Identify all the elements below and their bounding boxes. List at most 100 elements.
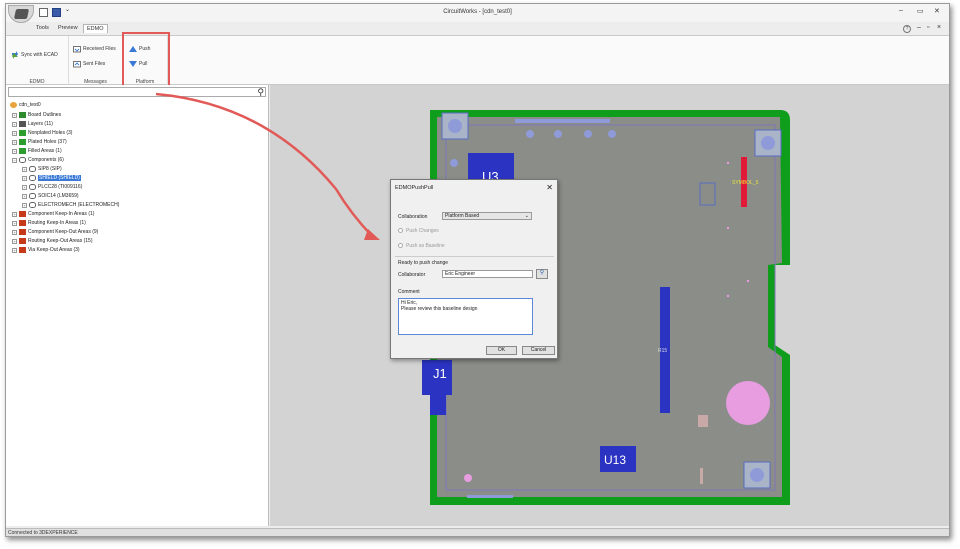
small-pad <box>698 415 708 427</box>
push-as-baseline-label: Push as Baseline <box>406 243 445 249</box>
tree-item[interactable]: + SIP8 (SIP) <box>22 165 62 173</box>
minimize-button[interactable]: – <box>899 7 903 14</box>
tree-item[interactable]: + SOIC14 (LM3659) <box>22 192 79 200</box>
dialog-close-icon[interactable]: ✕ <box>546 183 553 192</box>
doc-restore-button[interactable]: ▫ <box>927 24 929 31</box>
cancel-button[interactable]: Cancel <box>522 346 555 355</box>
tree-item[interactable]: + ELECTROMECH (ELECTROMECH) <box>22 201 119 209</box>
connector-pads <box>515 119 610 123</box>
expand-icon[interactable]: + <box>12 112 17 118</box>
expand-icon[interactable]: + <box>12 211 17 217</box>
status-bar: Connected to 3DEXPERIENCE <box>6 528 949 536</box>
dialog-title: EDMOPushPull <box>395 185 434 191</box>
expand-icon[interactable]: + <box>12 229 17 235</box>
window-title: CircuitWorks - [cdn_test0] <box>443 9 512 15</box>
keep-in-icon <box>19 211 26 217</box>
section-divider <box>395 256 554 257</box>
mounting-hole-pad <box>761 136 775 150</box>
expand-icon[interactable]: + <box>12 139 17 145</box>
collaboration-label: Collaboration <box>398 214 428 220</box>
tree-item-selected[interactable]: + SHIELD (SHIELD) <box>22 174 81 182</box>
tree-item[interactable]: − Components (6) <box>12 156 64 164</box>
tab-edmo[interactable]: EDMO <box>83 24 108 33</box>
collaborator-field[interactable]: Eric Engineer <box>442 270 533 278</box>
tree-item[interactable]: + Routing Keep-In Areas (1) <box>12 219 86 227</box>
tree-item[interactable]: + Via Keep-Out Areas (3) <box>12 246 80 254</box>
j1-tab <box>430 395 446 415</box>
expand-icon[interactable]: + <box>12 121 17 127</box>
components-icon <box>19 157 26 163</box>
expand-icon[interactable]: + <box>12 148 17 154</box>
expand-icon[interactable]: + <box>22 193 27 199</box>
doc-close-button[interactable]: × <box>937 24 941 31</box>
expand-icon[interactable]: + <box>12 130 17 136</box>
tree-item[interactable]: + Plated Holes (37) <box>12 138 67 146</box>
pcb-canvas[interactable]: U3 SYMBOL_5 R15 J1 U13 <box>270 85 950 526</box>
search-icon[interactable]: ⚲ <box>257 87 264 98</box>
component-icon <box>29 202 36 208</box>
sent-files-button[interactable]: Sent Files <box>73 60 105 68</box>
tree-item[interactable]: + Routing Keep-Out Areas (15) <box>12 237 92 245</box>
via <box>464 474 472 482</box>
close-button[interactable]: ✕ <box>934 7 940 15</box>
push-changes-label: Push Changes <box>406 228 439 234</box>
tab-tools[interactable]: Tools <box>33 24 52 32</box>
pink-pad <box>726 381 770 425</box>
restore-button[interactable]: ▭ <box>917 7 924 15</box>
edge-pad <box>467 495 513 498</box>
search-collaborator-button[interactable]: ⚲ <box>536 269 548 279</box>
tree-item[interactable]: + Board Outlines <box>12 111 61 119</box>
magnifier-icon: ⚲ <box>539 270 545 276</box>
tree-item[interactable]: + Layers (11) <box>12 120 53 128</box>
expand-icon[interactable]: + <box>12 247 17 253</box>
doc-minimize-button[interactable]: – <box>917 24 921 31</box>
help-icon[interactable]: ? <box>903 25 911 33</box>
ok-button[interactable]: OK <box>486 346 517 355</box>
pad <box>554 130 562 138</box>
via <box>726 226 730 230</box>
r15-label: R15 <box>658 348 667 354</box>
tree-item[interactable]: + Nonplated Holes (3) <box>12 129 72 137</box>
via <box>746 279 750 283</box>
comment-textarea[interactable]: Hi Eric, Please review this baseline des… <box>398 298 533 335</box>
collaboration-select[interactable]: Platform Based ⌄ <box>442 212 532 220</box>
layers-icon <box>19 121 26 127</box>
feature-tree-panel: ⚲ cdn_test0 + Board Outlines + Layers (11)… <box>6 85 269 526</box>
component-icon <box>29 193 36 199</box>
chevron-down-icon: ⌄ <box>524 213 529 219</box>
tab-preview[interactable]: Preview <box>55 24 81 32</box>
collapse-icon[interactable]: − <box>12 157 17 163</box>
received-files-button[interactable]: Received Files <box>73 45 116 53</box>
plated-holes-icon <box>19 139 26 145</box>
tree-root[interactable]: cdn_test0 <box>10 101 41 109</box>
expand-icon[interactable]: + <box>22 202 27 208</box>
pad <box>608 130 616 138</box>
mounting-hole-pad <box>750 468 764 482</box>
via <box>726 294 730 298</box>
expand-icon[interactable]: + <box>22 166 27 172</box>
pad <box>526 130 534 138</box>
comment-label: Comment <box>398 289 420 295</box>
assembly-icon <box>10 102 17 108</box>
expand-icon[interactable]: + <box>12 238 17 244</box>
push-as-baseline-radio[interactable] <box>398 243 403 248</box>
via <box>726 161 730 165</box>
push-changes-radio[interactable] <box>398 228 403 233</box>
pcb-board-view[interactable]: U3 SYMBOL_5 R15 J1 U13 <box>270 85 950 526</box>
annotation-highlight-box <box>122 32 170 90</box>
collaborator-label: Collaborator <box>398 272 426 278</box>
sync-with-ecad-button[interactable]: Sync with ECAD <box>11 51 58 59</box>
tree-item[interactable]: + Component Keep-Out Areas (9) <box>12 228 98 236</box>
ready-section-label: Ready to push change <box>398 260 449 266</box>
expand-icon[interactable]: + <box>22 175 27 181</box>
tree-item[interactable]: + PLCC28 (TI009116) <box>22 183 82 191</box>
sent-files-icon <box>73 61 81 68</box>
sync-icon <box>12 51 18 59</box>
tree-search-input[interactable]: ⚲ <box>8 87 266 97</box>
tree-item[interactable]: + Component Keep-In Areas (1) <box>12 210 94 218</box>
expand-icon[interactable]: + <box>12 220 17 226</box>
holes-icon <box>19 130 26 136</box>
expand-icon[interactable]: + <box>22 184 27 190</box>
tree-item[interactable]: + Filled Areas (1) <box>12 147 62 155</box>
component-icon <box>29 175 36 181</box>
